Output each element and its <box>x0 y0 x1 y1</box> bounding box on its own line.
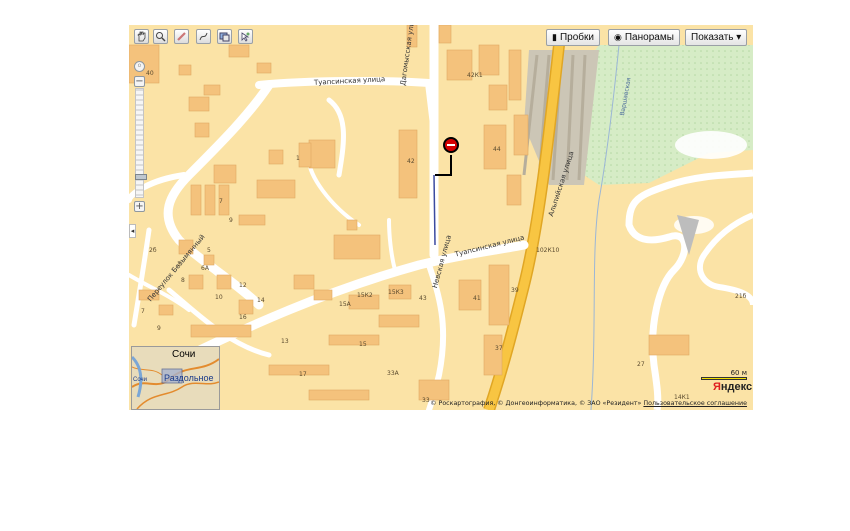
zoom-slider-thumb[interactable] <box>135 174 147 180</box>
house-number: 14 <box>257 297 265 304</box>
house-number: 15К2 <box>357 292 373 299</box>
traffic-button[interactable]: ▮ Пробки <box>546 29 600 46</box>
house-number: 9 <box>157 325 161 332</box>
house-number: 13 <box>281 338 289 345</box>
zoom-slider[interactable] <box>135 88 147 198</box>
house-number: 6А <box>201 265 209 272</box>
house-number: 42 <box>407 158 415 165</box>
selection-icon[interactable] <box>238 29 253 44</box>
house-number: 27 <box>637 361 645 368</box>
zoom-home-icon[interactable]: ◦ <box>134 61 145 72</box>
show-dropdown[interactable]: Показать ▾ <box>685 29 748 46</box>
house-number: 7 <box>219 198 223 205</box>
copyright-text: © Роскартография, © Донгеоинформатика, ©… <box>430 400 642 407</box>
house-number: 7 <box>141 308 145 315</box>
panorama-icon: ◉ <box>614 32 622 42</box>
location-marker-icon[interactable] <box>443 137 459 153</box>
zoom-out-button[interactable]: − <box>134 76 145 87</box>
house-number: 15К3 <box>388 289 404 296</box>
house-number: 17 <box>299 371 307 378</box>
collapse-panel-button[interactable]: ◂ <box>129 224 136 238</box>
house-number: 33 <box>422 397 430 404</box>
yandex-logo: Яндекс <box>713 381 753 393</box>
house-number: 3 <box>177 261 181 268</box>
house-number: 41 <box>473 295 481 302</box>
house-number: 12 <box>239 282 247 289</box>
overview-minimap[interactable]: Сочи Раздольное Сочи <box>131 346 220 410</box>
house-number: 43 <box>419 295 427 302</box>
house-number: 15 <box>359 341 367 348</box>
house-number: 33А <box>387 370 399 377</box>
minimap-edge-label: Сочи <box>133 377 148 383</box>
house-number: 2б <box>149 247 157 254</box>
panorama-label: Панорамы <box>624 32 674 43</box>
traffic-label: Пробки <box>559 32 594 43</box>
map-viewport[interactable]: ▮ Пробки ◉ Панорамы Показать ▾ ◦ − + ◂ Туа… <box>129 25 753 410</box>
house-number: 42К1 <box>467 72 483 79</box>
terms-link[interactable]: Пользовательское соглашение <box>643 400 747 407</box>
house-number: 21б <box>735 293 747 300</box>
house-number: 10 <box>215 294 223 301</box>
house-number: 5 <box>207 247 211 254</box>
hand-icon[interactable] <box>134 29 149 44</box>
house-number: 15А <box>339 301 351 308</box>
layers-icon[interactable] <box>217 29 232 44</box>
scale-label: 60 м <box>730 369 747 377</box>
traffic-light-icon: ▮ <box>552 32 557 42</box>
ruler-icon[interactable] <box>174 29 189 44</box>
route-icon[interactable] <box>196 29 211 44</box>
copyright-line: © Роскартография, © Донгеоинформатика, ©… <box>430 400 747 407</box>
house-number: 1 <box>296 155 300 162</box>
house-number: 40 <box>146 70 154 77</box>
map-base-layer <box>129 25 753 410</box>
magnifier-icon[interactable] <box>153 29 168 44</box>
panorama-button[interactable]: ◉ Панорамы <box>608 29 680 46</box>
scale-bar-graphic <box>701 377 747 380</box>
house-number: 8 <box>181 277 185 284</box>
house-number: 39 <box>511 287 519 294</box>
house-number: 44 <box>493 146 501 153</box>
show-label: Показать ▾ <box>691 32 742 43</box>
house-number: 16 <box>239 314 247 321</box>
minimap-town-label: Раздольное <box>164 373 214 383</box>
house-number: 37 <box>495 345 503 352</box>
house-number: 102К10 <box>536 247 560 254</box>
zoom-in-button[interactable]: + <box>134 201 145 212</box>
house-number: 9 <box>229 217 233 224</box>
minimap-city-label: Сочи <box>172 349 196 360</box>
